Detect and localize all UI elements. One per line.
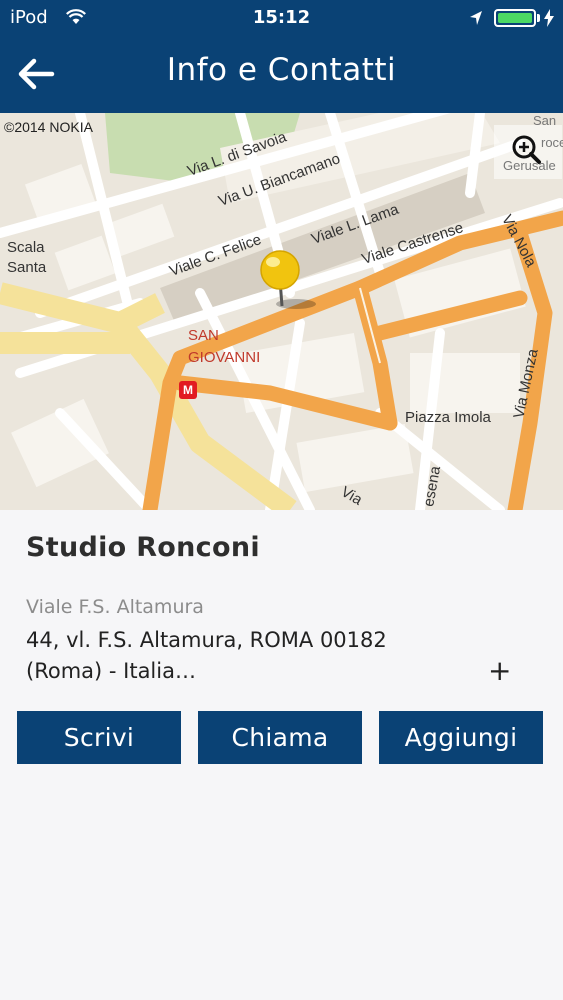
map-view[interactable]: ©2014 NOKIA Via L. di Savoia Via U. Bian… xyxy=(0,113,563,510)
map-label: Santa xyxy=(7,259,47,276)
map-copyright: ©2014 NOKIA xyxy=(4,119,93,135)
app-header: iPod 15:12 Info e Contatti xyxy=(0,0,563,113)
page-title: Info e Contatti xyxy=(166,52,397,88)
map-label: Piazza Imola xyxy=(405,409,491,426)
map-label: roce xyxy=(541,135,563,150)
map-label: Gerusale xyxy=(503,158,556,173)
address-line: (Roma) - Italia… xyxy=(26,659,196,683)
metro-icon: M xyxy=(179,381,197,399)
contact-name: Studio Ronconi xyxy=(26,532,260,563)
address-street: Viale F.S. Altamura xyxy=(26,596,204,618)
call-button[interactable]: Chiama xyxy=(198,711,362,764)
write-button[interactable]: Scrivi xyxy=(17,711,181,764)
contact-panel: Studio Ronconi Viale F.S. Altamura 44, v… xyxy=(0,510,563,1000)
map-label: GIOVANNI xyxy=(188,349,261,366)
expand-address-button[interactable]: + xyxy=(488,654,511,687)
map-label: SAN xyxy=(188,327,219,344)
map-label: San xyxy=(533,113,557,128)
status-bar: iPod 15:12 xyxy=(0,0,563,36)
address-line: 44, vl. F.S. Altamura, ROMA 00182 xyxy=(26,628,387,652)
add-contact-button[interactable]: Aggiungi xyxy=(379,711,543,764)
battery-icon xyxy=(494,9,536,27)
battery-tip xyxy=(537,14,540,22)
charging-icon xyxy=(543,9,555,31)
location-arrow-icon xyxy=(469,10,483,30)
map-label: Scala xyxy=(7,239,45,256)
